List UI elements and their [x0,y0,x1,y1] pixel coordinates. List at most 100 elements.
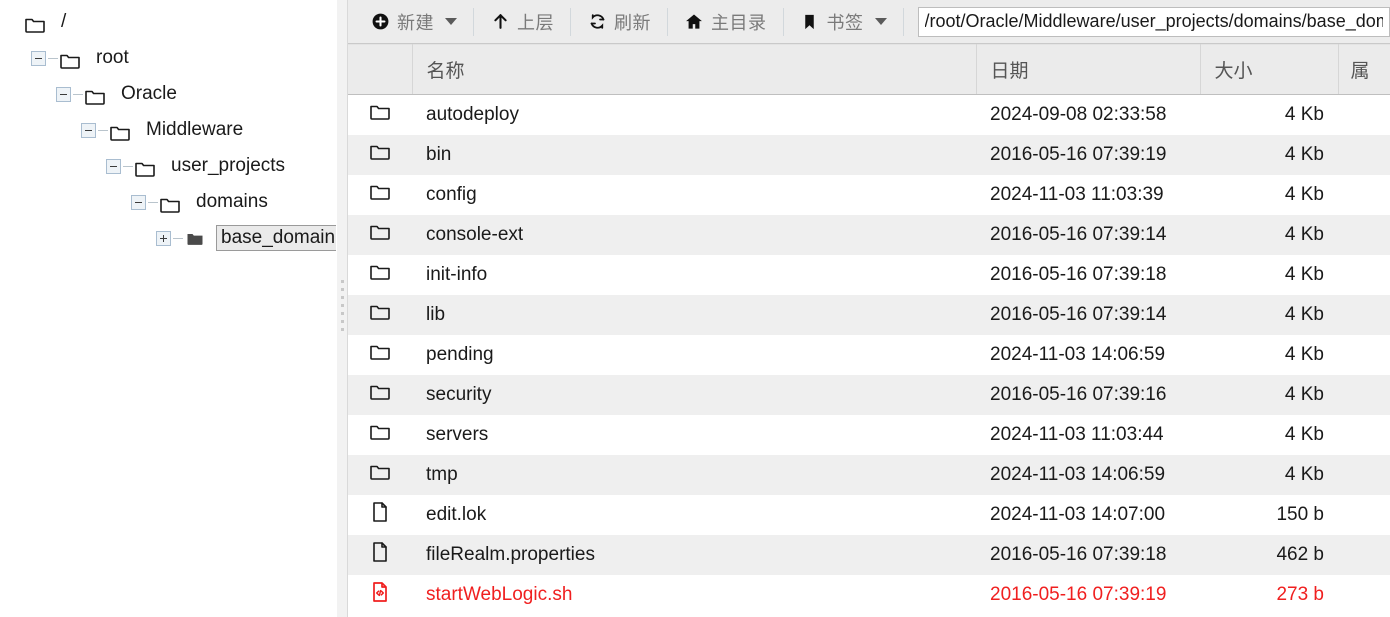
table-row[interactable]: servers 2024-11-03 11:03:44 4 Kb [348,414,1390,455]
path-input[interactable] [917,6,1390,37]
tree-node-label[interactable]: Middleware [141,117,248,143]
collapse-node-icon[interactable] [56,86,71,102]
arrow-up-icon [490,12,510,32]
toolbar-separator [667,7,668,36]
column-header-name[interactable]: 名称 [412,44,977,95]
file-date-cell: 2024-11-03 11:03:39 [976,174,1200,215]
column-header-date[interactable]: 日期 [976,44,1201,95]
file-type-cell [348,134,412,175]
table-header-row: 名称 日期 大小 属 [348,44,1390,95]
tree-node-label[interactable]: domains [191,189,273,215]
expand-node-icon[interactable] [156,230,171,246]
bookmark-icon [800,12,820,32]
file-attr-cell [1338,254,1390,295]
table-row[interactable]: pending 2024-11-03 14:06:59 4 Kb [348,334,1390,375]
file-size-cell: 273 b [1200,574,1338,615]
folder-icon [23,13,47,33]
chevron-down-icon[interactable] [445,18,457,25]
chevron-down-icon[interactable] [874,18,887,25]
tree-node-label[interactable]: / [56,9,71,35]
file-name-cell: console-ext [412,214,976,255]
folder-icon [133,157,157,177]
toolbar-button-上层[interactable]: 上层 [478,0,566,43]
file-name-cell: security [412,374,976,415]
column-header-attr[interactable]: 属 [1338,44,1390,95]
table-row[interactable]: bin 2016-05-16 07:39:19 4 Kb [348,134,1390,175]
collapse-node-icon[interactable] [31,50,46,66]
file-name-cell: bin [412,134,976,175]
refresh-icon [587,12,607,32]
file-type-cell [348,374,412,415]
file-type-cell [348,174,412,215]
file-type-cell [348,414,412,455]
tree-node-label-selected[interactable]: base_domain [216,225,336,251]
file-date-cell: 2024-11-03 14:06:59 [976,454,1200,495]
tree-node-root[interactable]: root [0,40,336,76]
tree-node-domains[interactable]: domains [0,184,336,220]
tree-node-[interactable]: / [0,4,336,40]
file-size-cell: 4 Kb [1200,374,1338,415]
file-size-cell: 4 Kb [1200,454,1338,495]
table-row[interactable]: console-ext 2016-05-16 07:39:14 4 Kb [348,214,1390,255]
folder-icon [367,139,393,165]
table-row[interactable]: init-info 2016-05-16 07:39:18 4 Kb [348,254,1390,295]
table-row[interactable]: config 2024-11-03 11:03:39 4 Kb [348,174,1390,215]
table-row[interactable]: autodeploy 2024-09-08 02:33:58 4 Kb [348,94,1390,135]
file-size-cell: 4 Kb [1200,134,1338,175]
tree-node-base_domain[interactable]: base_domain [0,220,336,256]
toolbar-button-label: 上层 [517,12,554,33]
table-row[interactable]: security 2016-05-16 07:39:16 4 Kb [348,374,1390,415]
table-row[interactable]: startWebLogic.sh 2016-05-16 07:39:19 273 b [348,574,1390,615]
column-header-icon[interactable] [348,44,413,95]
file-name-cell: autodeploy [412,94,976,135]
tree-node-label[interactable]: user_projects [166,153,290,179]
column-header-size[interactable]: 大小 [1200,44,1339,95]
tree-connector-line [148,201,158,203]
tree-connector-line [73,93,83,95]
toolbar-button-主目录[interactable]: 主目录 [672,0,779,43]
file-name-cell: servers [412,414,976,455]
tree-connector-line [173,237,183,239]
tree-node-Oracle[interactable]: Oracle [0,76,336,112]
collapse-node-icon[interactable] [131,194,146,210]
file-manager-window: / root Oracle Middleware user_projectsdomain… [0,0,1390,617]
panel-splitter[interactable] [336,0,348,617]
file-attr-cell [1338,494,1390,535]
tree-node-label[interactable]: root [91,45,134,71]
file-name-cell: init-info [412,254,976,295]
folder-icon [158,193,182,213]
file-table: 名称 日期 大小 属 autodeploy 2024-09-08 02:33:58… [348,44,1390,615]
file-size-cell: 150 b [1200,494,1338,535]
file-size-cell: 4 Kb [1200,254,1338,295]
table-row[interactable]: fileRealm.properties 2016-05-16 07:39:18 4… [348,534,1390,575]
table-row[interactable]: edit.lok 2024-11-03 14:07:00 150 b [348,494,1390,535]
file-date-cell: 2016-05-16 07:39:16 [976,374,1200,415]
collapse-node-icon[interactable] [106,158,121,174]
file-list-area[interactable]: 名称 日期 大小 属 autodeploy 2024-09-08 02:33:58… [348,44,1390,617]
tree-node-label[interactable]: Oracle [116,81,182,107]
file-date-cell: 2016-05-16 07:39:18 [976,254,1200,295]
splitter-grip-icon[interactable] [341,279,344,338]
file-date-cell: 2016-05-16 07:39:14 [976,294,1200,335]
table-row[interactable]: tmp 2024-11-03 14:06:59 4 Kb [348,454,1390,495]
file-size-cell: 4 Kb [1200,214,1338,255]
table-row[interactable]: lib 2016-05-16 07:39:14 4 Kb [348,294,1390,335]
tree-node-user_projects[interactable]: user_projects [0,148,336,184]
folder-icon [367,379,393,405]
collapse-node-icon[interactable] [81,122,96,138]
file-size-cell: 4 Kb [1200,334,1338,375]
tree-node-Middleware[interactable]: Middleware [0,112,336,148]
file-name-cell: lib [412,294,976,335]
tree-connector-line [48,57,58,59]
toolbar-button-刷新[interactable]: 刷新 [575,0,663,43]
toolbar-button-label: 主目录 [711,12,767,33]
directory-tree-panel[interactable]: / root Oracle Middleware user_projectsdomain… [0,0,336,617]
file-type-cell [348,574,412,615]
toolbar-separator [782,7,784,36]
file-date-cell: 2024-11-03 11:03:44 [976,414,1200,455]
toolbar-button-新建[interactable]: 新建 [358,0,469,43]
folder-icon [367,219,393,245]
folder-icon [367,459,393,485]
file-attr-cell [1338,534,1390,575]
toolbar-button-书签[interactable]: 书签 [788,0,899,43]
